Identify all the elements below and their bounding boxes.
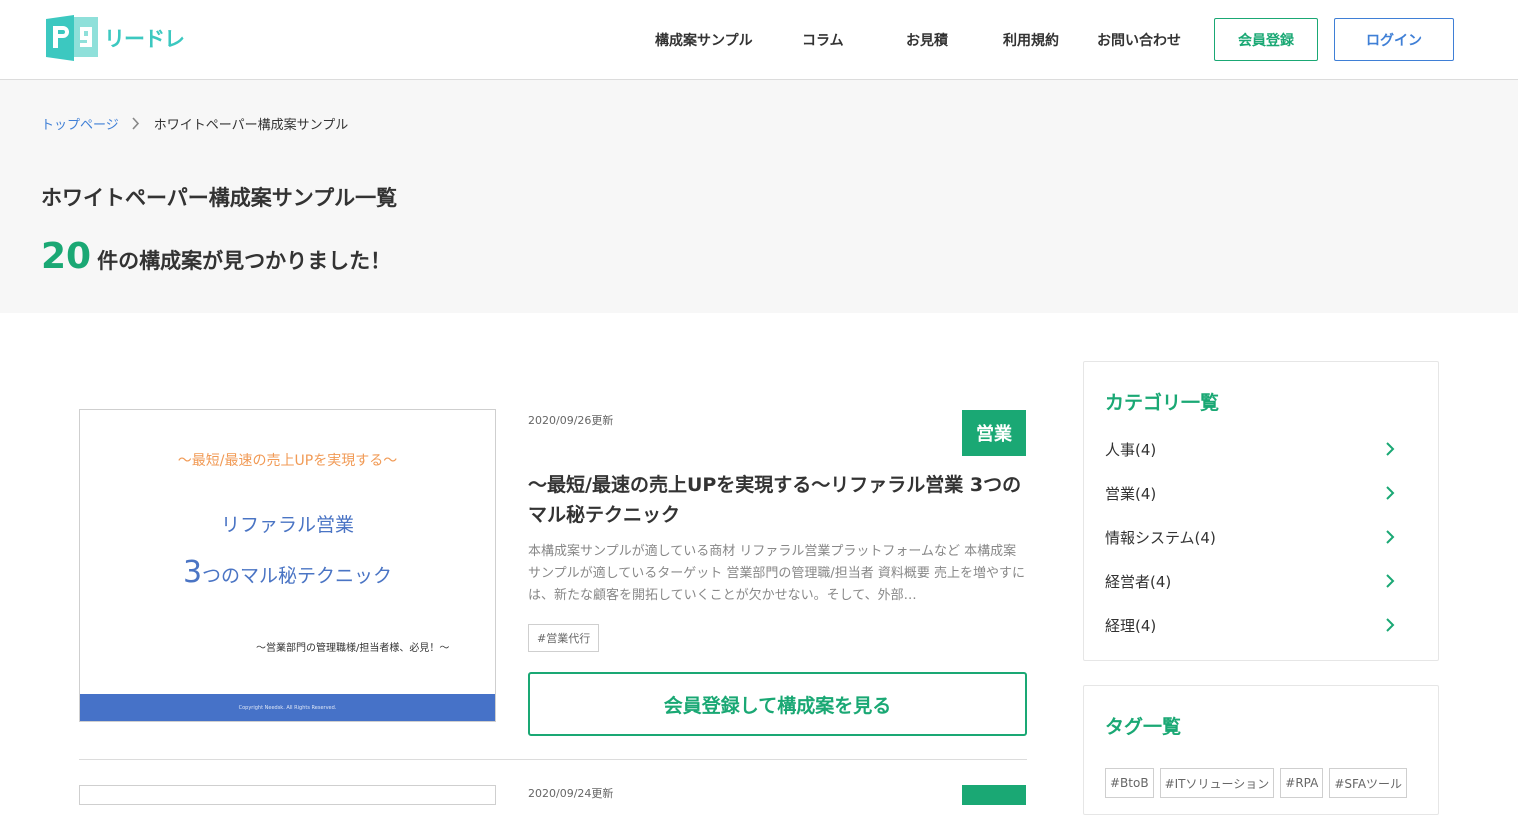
register-button[interactable]: 会員登録 [1214,18,1318,61]
article-divider [79,759,1027,760]
chevron-right-icon [1386,442,1395,456]
tag-chip-btob[interactable]: #BtoB [1105,768,1154,798]
article-date: 2020/09/26更新 [528,414,614,427]
chevron-right-icon [1386,618,1395,632]
nav-item-samples[interactable]: 構成案サンプル [655,30,753,50]
article-date: 2020/09/24更新 [528,787,614,800]
category-list-panel: カテゴリ一覧 人事(4) 営業(4) 情報システム(4) 経営者(4) 経理(4… [1083,361,1439,661]
nav-item-column[interactable]: コラム [802,30,844,50]
article-title[interactable]: 〜最短/最速の売上UPを実現する〜リファラル営業 3つのマル秘テクニック [528,470,1028,530]
nav-item-estimate[interactable]: お見積 [906,30,948,50]
site-logo[interactable]: リードレ [44,14,185,62]
thumbnail-title-number: 3 [182,555,203,590]
tag-list-panel: タグ一覧 #BtoB #ITソリューション #RPA #SFAツール [1083,685,1439,815]
category-heading: カテゴリ一覧 [1105,392,1220,414]
category-item-accounting[interactable]: 経理(4) [1105,610,1395,640]
chevron-right-icon [1386,530,1395,544]
breadcrumb: トップページ ホワイトペーパー構成案サンプル [41,114,348,133]
breadcrumb-current: ホワイトペーパー構成案サンプル [153,118,349,133]
tag-chip-it-solution[interactable]: #ITソリューション [1159,768,1275,798]
logo-icon [46,15,98,61]
thumbnail-title-line2: 3つのマル秘テクニック [80,555,495,590]
category-label: 経理(4) [1105,616,1157,635]
site-header: リードレ 構成案サンプル コラム お見積 利用規約 お問い合わせ 会員登録 ログ… [0,0,1518,80]
tag-chip-sfa-tool[interactable]: #SFAツール [1329,768,1408,798]
logo-wordmark: リードレ [104,27,185,51]
nav-item-terms[interactable]: 利用規約 [1003,30,1059,50]
category-label: 情報システム(4) [1105,528,1216,547]
login-button[interactable]: ログイン [1334,18,1454,61]
result-summary: 20 件の構成案が見つかりました！ [41,236,391,277]
category-item-it[interactable]: 情報システム(4) [1105,522,1395,552]
nav-item-contact[interactable]: お問い合わせ [1097,30,1181,50]
article-description: 本構成案サンプルが適している商材 リファラル営業プラットフォームなど 本構成案サ… [528,544,1025,603]
breadcrumb-home-link[interactable]: トップページ [41,114,119,133]
thumbnail-target: 〜営業部門の管理職様/担当者様、必見！〜 [256,643,450,654]
tag-chip-rpa[interactable]: #RPA [1280,768,1324,798]
page-title: ホワイトペーパー構成案サンプル一覧 [41,186,398,210]
category-badge [962,785,1026,805]
category-badge: 営業 [962,410,1026,456]
thumbnail-title-line1: リファラル営業 [220,514,354,536]
result-count: 20 [41,236,92,277]
category-item-hr[interactable]: 人事(4) [1105,434,1395,464]
thumbnail-footer: Copyright Needsk. All Rights Reserved. [80,694,495,721]
page-hero: トップページ ホワイトペーパー構成案サンプル ホワイトペーパー構成案サンプル一覧… [0,80,1518,313]
category-label: 人事(4) [1105,440,1157,459]
article-thumbnail[interactable]: 〜最短/最速の売上UPを実現する〜 リファラル営業 3つのマル秘テクニック 〜営… [79,409,496,722]
article-thumbnail[interactable] [79,785,496,805]
category-label: 経営者(4) [1105,572,1172,591]
thumbnail-title-rest: つのマル秘テクニック [202,565,393,587]
result-text: 件の構成案が見つかりました！ [97,249,392,273]
category-item-sales[interactable]: 営業(4) [1105,478,1395,508]
thumbnail-subtitle: 〜最短/最速の売上UPを実現する〜 [177,453,398,469]
article-tag[interactable]: #営業代行 [528,624,600,652]
chevron-right-icon [1386,574,1395,588]
category-label: 営業(4) [1105,484,1157,503]
chevron-right-icon [1386,486,1395,500]
register-to-view-button[interactable]: 会員登録して構成案を見る [528,672,1027,736]
tag-row: #BtoB #ITソリューション #RPA #SFAツール [1105,768,1413,798]
chevron-right-icon [132,117,139,130]
tag-heading: タグ一覧 [1105,716,1182,738]
category-item-executive[interactable]: 経営者(4) [1105,566,1395,596]
